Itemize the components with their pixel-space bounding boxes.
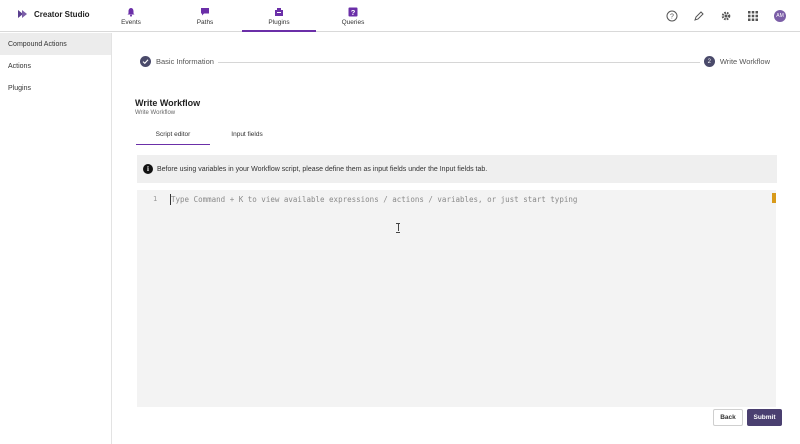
back-button[interactable]: Back [713,409,743,426]
sidebar-item-plugins[interactable]: Plugins [0,77,111,99]
tab-script-editor[interactable]: Script editor [136,124,210,145]
line-number: 1 [153,195,158,203]
sidebar: Compound Actions Actions Plugins [0,33,112,444]
scroll-marker [772,193,776,203]
info-banner: i Before using variables in your Workflo… [137,155,777,183]
page-title: Write Workflow [135,98,201,108]
page-subtitle: Write Workflow [135,110,176,116]
info-icon: i [143,164,153,174]
sidebar-item-compound-actions[interactable]: Compound Actions [0,33,111,55]
sidebar-item-actions[interactable]: Actions [0,55,111,77]
plugin-box-icon [275,7,283,16]
step-label: Write Workflow [719,57,770,66]
bell-icon [127,7,135,17]
sidebar-item-label: Actions [8,62,31,70]
script-input[interactable] [171,193,761,205]
check-icon [140,56,151,67]
sidebar-item-label: Compound Actions [8,40,67,48]
avatar[interactable]: AM [774,10,786,22]
svg-text:?: ? [351,7,356,16]
stepper-connector [218,61,700,63]
tab-label: Input fields [231,131,263,138]
question-box-icon: ? [348,7,358,16]
gear-icon[interactable] [720,10,732,22]
help-icon[interactable]: ? [666,10,678,22]
tab-input-fields[interactable]: Input fields [210,124,284,145]
app-title: Creator Studio [34,9,90,19]
nav-tab-events[interactable]: Events [111,0,151,32]
header-actions: ? AM [666,10,786,22]
mouse-cursor-ibeam [396,223,400,233]
info-banner-text: Before using variables in your Workflow … [157,165,488,173]
double-play-icon [18,10,27,18]
step-number: 2 [703,56,715,67]
sidebar-item-label: Plugins [8,84,31,92]
nav-tab-queries[interactable]: ? Queries [333,0,373,32]
tab-label: Script editor [155,131,191,138]
pen-icon[interactable] [693,10,705,22]
stepper: Basic Information 2 Write Workflow [140,56,772,68]
top-bar: Creator Studio Events Paths Plugins ? Qu… [0,0,800,32]
nav-tab-label: Queries [341,18,365,26]
step-basic-information[interactable]: Basic Information [140,56,214,67]
chat-flag-icon [201,7,209,15]
nav-tab-label: Events [121,18,141,26]
submit-button[interactable]: Submit [747,409,782,426]
app-grid-icon[interactable] [747,10,759,22]
step-write-workflow[interactable]: 2 Write Workflow [703,56,770,67]
nav-tab-plugins[interactable]: Plugins [242,0,316,32]
svg-text:?: ? [670,14,674,21]
script-editor[interactable]: 1 [137,190,776,407]
nav-tab-label: Plugins [268,18,290,26]
brand[interactable]: Creator Studio [18,9,90,19]
nav-tab-paths[interactable]: Paths [185,0,225,32]
nav-tab-label: Paths [196,18,214,26]
step-label: Basic Information [156,57,214,66]
